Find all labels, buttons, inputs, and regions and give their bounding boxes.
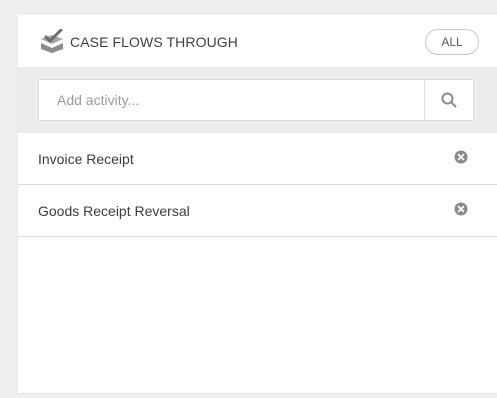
checkbox-stack-icon bbox=[41, 29, 63, 53]
panel-header: CASE FLOWS THROUGH ALL bbox=[18, 15, 497, 67]
search-box bbox=[38, 79, 474, 121]
activity-list: Invoice Receipt Goods Receipt Reversal bbox=[18, 133, 497, 237]
activity-label: Invoice Receipt bbox=[38, 151, 134, 167]
case-flows-panel: CASE FLOWS THROUGH ALL Invoice Receipt G… bbox=[17, 15, 497, 394]
search-area bbox=[18, 67, 497, 133]
search-button[interactable] bbox=[424, 80, 473, 120]
add-activity-input[interactable] bbox=[39, 80, 424, 120]
close-circle-icon[interactable] bbox=[454, 202, 468, 216]
close-circle-icon[interactable] bbox=[454, 150, 468, 164]
list-item: Invoice Receipt bbox=[18, 133, 497, 185]
panel-title: CASE FLOWS THROUGH bbox=[70, 34, 239, 50]
activity-label: Goods Receipt Reversal bbox=[38, 203, 190, 219]
search-icon bbox=[441, 92, 457, 108]
all-button[interactable]: ALL bbox=[425, 29, 479, 55]
list-item: Goods Receipt Reversal bbox=[18, 185, 497, 237]
